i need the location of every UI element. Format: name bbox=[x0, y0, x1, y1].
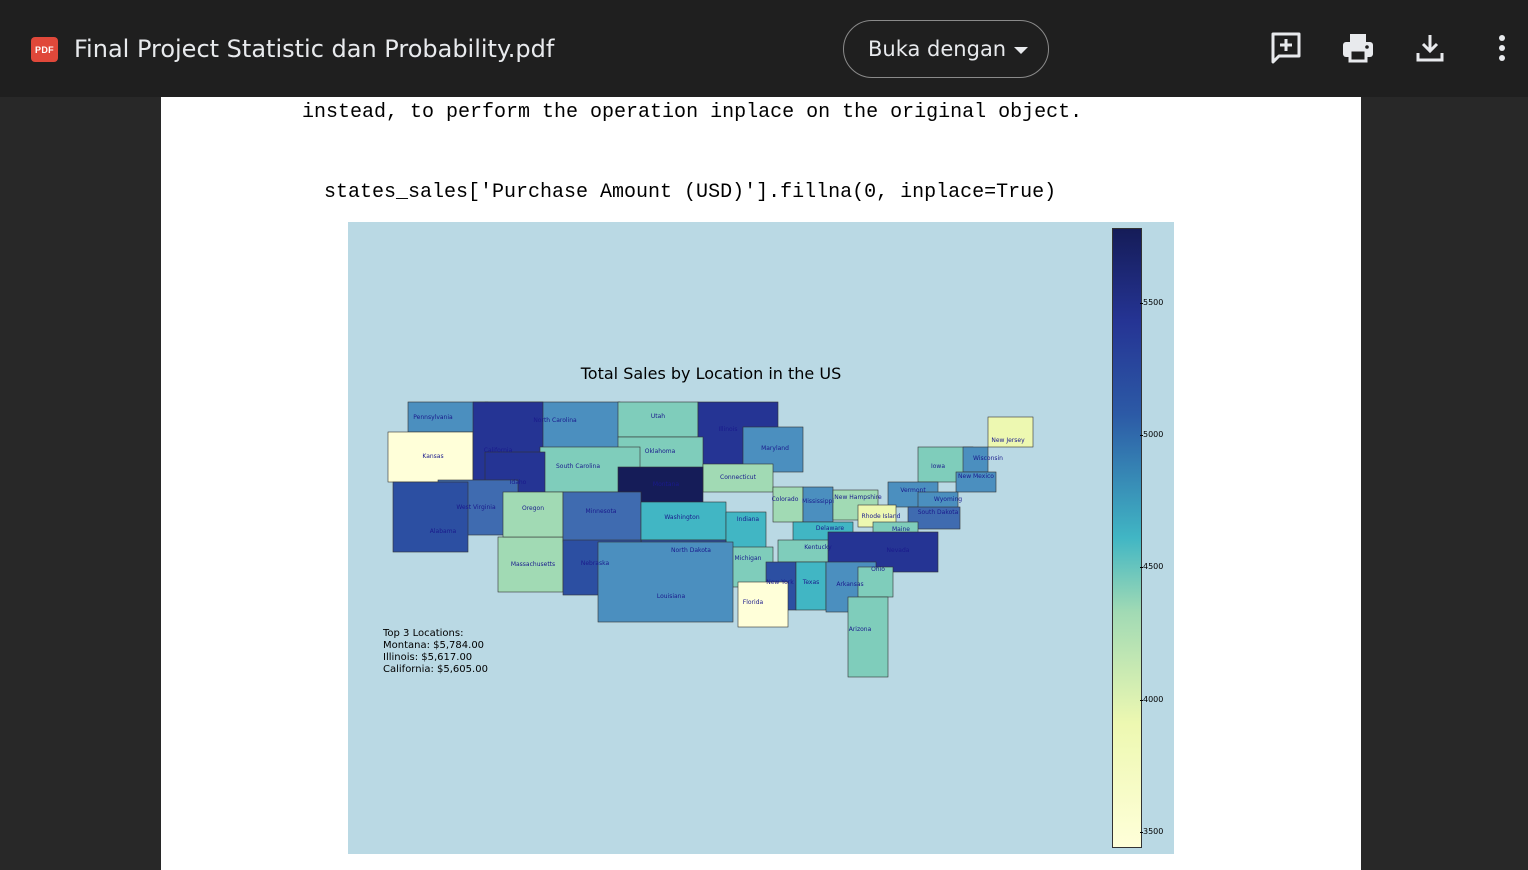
state-label: New Jersey bbox=[991, 437, 1025, 444]
state-label: Nebraska bbox=[581, 560, 610, 567]
state-label: Oregon bbox=[522, 505, 544, 512]
state-label: New Mexico bbox=[958, 473, 994, 480]
state-label: California bbox=[484, 447, 513, 454]
top-location-1: Montana: $5,784.00 bbox=[383, 640, 485, 651]
us-map: Pennsylvania North Carolina Utah Illinois Ka… bbox=[387, 401, 1034, 678]
state-label: Delaware bbox=[816, 525, 845, 532]
state-label: Texas bbox=[802, 579, 820, 586]
body-text-line: instead, to perform the operation inplac… bbox=[302, 101, 1083, 124]
chevron-down-icon bbox=[1014, 47, 1028, 54]
state-region bbox=[795, 561, 827, 611]
state-label: West Virginia bbox=[456, 504, 496, 511]
top-location-3: California: $5,605.00 bbox=[383, 664, 488, 675]
state-label: Wisconsin bbox=[973, 455, 1003, 462]
state-label: Montana bbox=[653, 481, 679, 488]
state-label: Colorado bbox=[772, 496, 799, 503]
choropleth-figure: Total Sales by Location in the US Pennsy… bbox=[348, 222, 1174, 854]
state-label: Utah bbox=[651, 413, 665, 420]
state-label: New York bbox=[766, 579, 794, 586]
state-label: Washington bbox=[664, 514, 699, 521]
top-locations-heading: Top 3 Locations: bbox=[383, 628, 464, 639]
print-icon[interactable] bbox=[1340, 30, 1376, 66]
state-label: Arkansas bbox=[836, 581, 863, 588]
download-icon[interactable] bbox=[1412, 30, 1448, 66]
open-with-button[interactable]: Buka dengan bbox=[843, 20, 1049, 78]
state-label: South Carolina bbox=[556, 463, 600, 470]
state-region bbox=[502, 491, 564, 538]
state-label: Indiana bbox=[737, 516, 760, 523]
add-comment-icon[interactable] bbox=[1268, 30, 1304, 66]
colorbar-tick-5000: 5000 bbox=[1139, 430, 1164, 439]
state-region bbox=[392, 481, 469, 553]
colorbar-tick-3500: 3500 bbox=[1139, 827, 1164, 836]
more-vert-icon[interactable] bbox=[1484, 30, 1520, 66]
top-location-2: Illinois: $5,617.00 bbox=[383, 652, 473, 663]
document-title: Final Project Statistic dan Probability.… bbox=[74, 35, 555, 63]
state-region bbox=[640, 501, 727, 541]
state-label: Minnesota bbox=[586, 508, 617, 515]
state-label: Wyoming bbox=[934, 496, 962, 503]
state-label: Oklahoma bbox=[645, 448, 676, 455]
state-label: Vermont bbox=[900, 487, 926, 494]
state-label: New Hampshire bbox=[834, 494, 882, 501]
state-label: Idaho bbox=[510, 479, 527, 486]
pdf-icon: PDF bbox=[31, 37, 58, 62]
state-label: Louisiana bbox=[657, 593, 686, 600]
colorbar-tick-4500: 4500 bbox=[1139, 562, 1164, 571]
state-label: Nevada bbox=[887, 547, 910, 554]
state-label: Rhode Island bbox=[862, 513, 901, 520]
open-with-label: Buka dengan bbox=[868, 37, 1007, 61]
code-line: states_sales['Purchase Amount (USD)'].fi… bbox=[324, 181, 1057, 204]
state-region bbox=[597, 541, 734, 623]
state-region bbox=[847, 596, 889, 678]
colorbar bbox=[1112, 228, 1142, 848]
state-label: Kentucky bbox=[804, 544, 832, 551]
state-label: Kansas bbox=[422, 453, 443, 460]
state-label: Arizona bbox=[849, 626, 872, 633]
state-label: Maine bbox=[892, 526, 910, 533]
state-label: Illinois bbox=[718, 426, 737, 433]
state-region bbox=[562, 491, 642, 543]
state-label: Iowa bbox=[931, 463, 945, 470]
state-label: Massachusetts bbox=[511, 561, 555, 568]
state-label: Connecticut bbox=[720, 474, 757, 481]
state-label: North Carolina bbox=[533, 417, 577, 424]
state-label: Maryland bbox=[761, 445, 789, 452]
state-label: Florida bbox=[743, 599, 764, 606]
state-label: Alabama bbox=[430, 528, 457, 535]
colorbar-tick-4000: 4000 bbox=[1139, 695, 1164, 704]
state-label: North Dakota bbox=[671, 547, 711, 554]
state-label: Pennsylvania bbox=[413, 414, 453, 421]
state-label: Ohio bbox=[871, 566, 885, 573]
top-locations-annotation: Top 3 Locations: Montana: $5,784.00 Illi… bbox=[383, 628, 488, 676]
state-label: Mississippi bbox=[802, 498, 834, 505]
state-label: South Dakota bbox=[918, 509, 959, 516]
state-label: Michigan bbox=[735, 555, 762, 562]
viewer-toolbar: PDF Final Project Statistic dan Probabil… bbox=[0, 0, 1528, 97]
colorbar-tick-5500: 5500 bbox=[1139, 298, 1164, 307]
state-region bbox=[772, 486, 804, 523]
pdf-page: instead, to perform the operation inplac… bbox=[161, 97, 1361, 870]
